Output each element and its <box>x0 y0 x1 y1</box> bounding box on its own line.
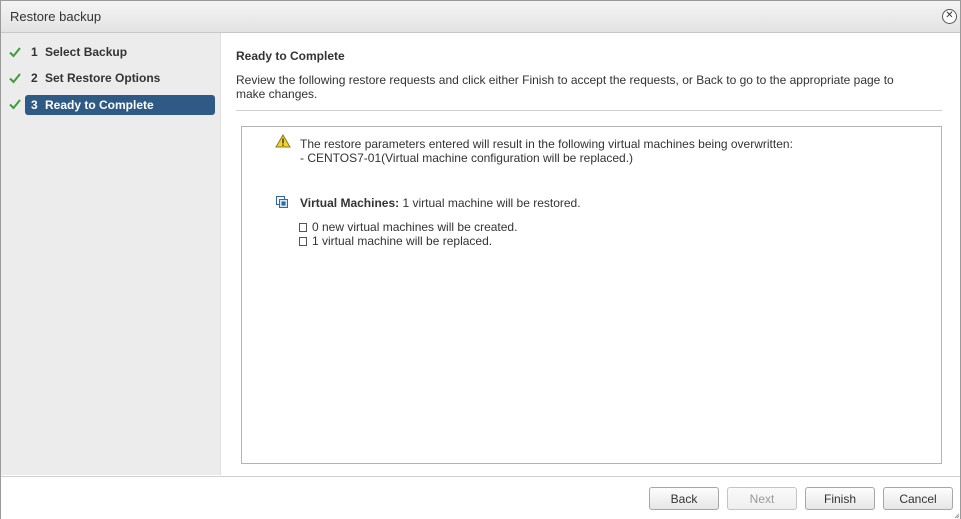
step-label: Select Backup <box>45 45 128 59</box>
warning-line: The restore parameters entered will resu… <box>300 137 793 151</box>
step-label: Set Restore Options <box>45 71 161 85</box>
step-set-restore-options[interactable]: 2 Set Restore Options <box>25 68 215 88</box>
virtual-machines-icon <box>276 196 288 208</box>
step-ready-to-complete[interactable]: 3 Ready to Complete <box>25 95 215 115</box>
page-title: Ready to Complete <box>236 49 345 63</box>
step-select-backup[interactable]: 1 Select Backup <box>25 42 215 62</box>
divider <box>236 110 942 111</box>
button-bar: Back Next Finish Cancel <box>1 476 960 519</box>
dialog-title: Restore backup <box>10 9 102 24</box>
list-item: 1 virtual machine will be replaced. <box>299 234 492 248</box>
warning-icon <box>275 134 291 148</box>
summary-panel: The restore parameters entered will resu… <box>241 126 942 464</box>
checkmark-icon <box>9 73 21 84</box>
step-number: 3 <box>31 98 38 112</box>
list-item-text: 0 new virtual machines will be created. <box>312 220 518 234</box>
back-button[interactable]: Back <box>649 487 719 510</box>
restore-backup-dialog: Restore backup ✕ 1 Select Backup 2 Set R… <box>0 0 961 519</box>
next-button[interactable]: Next <box>727 487 797 510</box>
cancel-button[interactable]: Cancel <box>883 487 953 510</box>
main-content: Ready to Complete Review the following r… <box>221 33 960 475</box>
checkmark-icon <box>9 47 21 58</box>
bullet-icon <box>299 223 307 232</box>
finish-button[interactable]: Finish <box>805 487 875 510</box>
title-bar[interactable]: Restore backup ✕ <box>1 1 960 33</box>
page-description: Review the following restore requests an… <box>236 73 894 101</box>
wizard-steps-sidebar: 1 Select Backup 2 Set Restore Options 3 … <box>1 33 221 475</box>
checkmark-icon <box>9 99 21 110</box>
vm-label: Virtual Machines: <box>300 196 400 210</box>
overwrite-warning: The restore parameters entered will resu… <box>300 137 793 165</box>
list-item-text: 1 virtual machine will be replaced. <box>312 234 493 248</box>
list-item: 0 new virtual machines will be created. <box>299 220 517 234</box>
close-icon[interactable]: ✕ <box>942 9 957 24</box>
step-number: 2 <box>31 71 38 85</box>
warning-vm-line: - CENTOS7-01(Virtual machine configurati… <box>300 151 634 165</box>
step-number: 1 <box>31 45 38 59</box>
step-label: Ready to Complete <box>45 98 154 112</box>
resize-grip-icon[interactable] <box>954 513 960 519</box>
bullet-icon <box>299 237 307 246</box>
vm-value: 1 virtual machine will be restored. <box>402 196 581 210</box>
virtual-machines-summary: Virtual Machines: 1 virtual machine will… <box>300 196 581 210</box>
